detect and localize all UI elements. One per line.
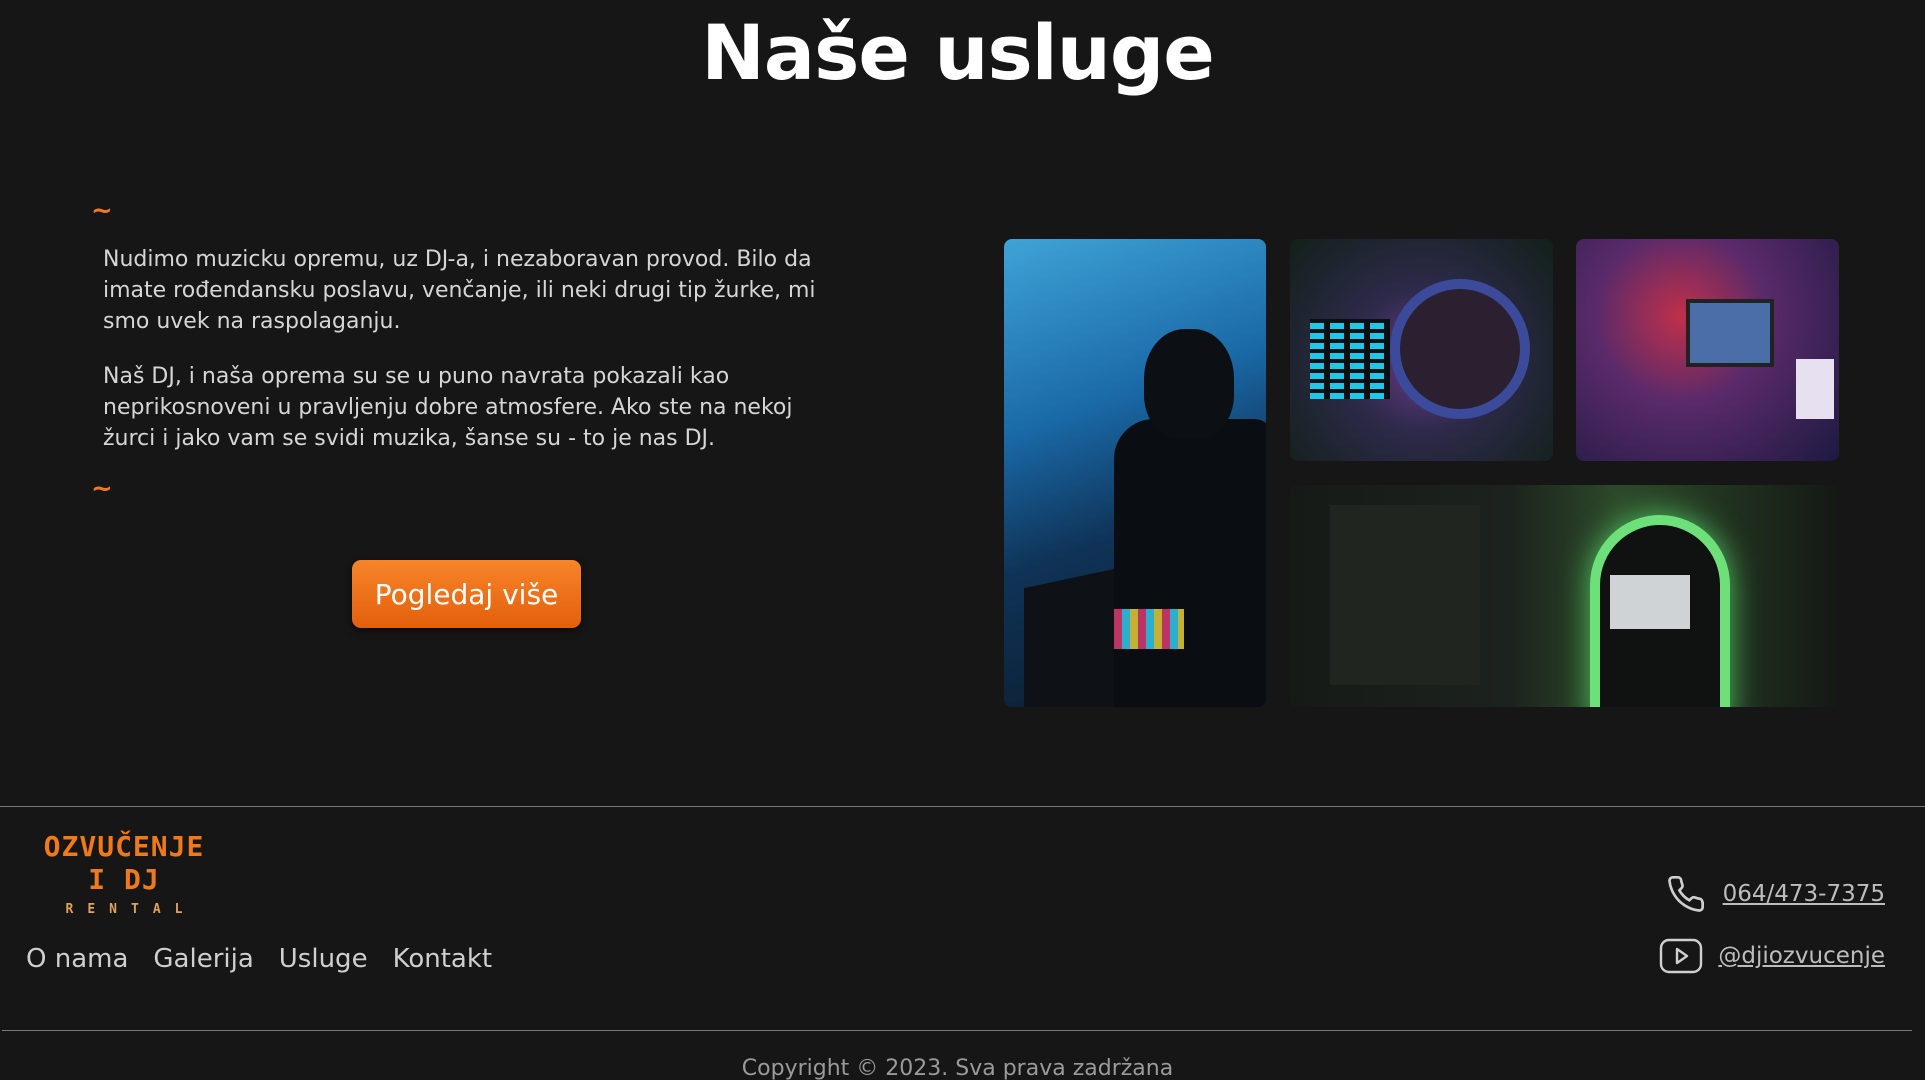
footer-nav-gallery[interactable]: Galerija xyxy=(153,944,253,974)
footer-logo[interactable]: OZVUČENJE I DJ RENTAL xyxy=(28,830,220,917)
gallery-photo-green-arch xyxy=(1290,485,1839,707)
logo-line-1: OZVUČENJE xyxy=(43,830,205,863)
footer-divider-bottom xyxy=(2,1030,1912,1031)
section-title: Naše usluge xyxy=(701,8,1215,97)
gallery-photo-booth-setup xyxy=(1576,239,1839,461)
footer-nav-contact[interactable]: Kontakt xyxy=(393,944,493,974)
tilde-decoration-bottom: ~ xyxy=(91,474,113,504)
contact-youtube: @djiozvucenje xyxy=(1658,936,1885,976)
tilde-decoration-top: ~ xyxy=(91,196,113,226)
description-paragraph-2: Naš DJ, i naša oprema su se u puno navra… xyxy=(103,364,793,451)
phone-icon xyxy=(1663,874,1709,914)
footer-divider-top xyxy=(0,806,1925,807)
see-more-button[interactable]: Pogledaj više xyxy=(352,560,581,628)
logo-line-3: RENTAL xyxy=(65,902,197,917)
logo-line-2: I DJ xyxy=(88,863,160,896)
contact-phone: 064/473-7375 xyxy=(1663,874,1885,914)
services-description: Nudimo muzicku opremu, uz DJ-a, i nezabo… xyxy=(103,244,843,478)
gallery-photo-dj-performing xyxy=(1004,239,1266,707)
footer-nav: O nama Galerija Usluge Kontakt xyxy=(26,944,492,974)
footer-nav-about[interactable]: O nama xyxy=(26,944,128,974)
youtube-icon xyxy=(1658,936,1704,976)
copyright-text: Copyright © 2023. Sva prava zadržana xyxy=(741,1056,1174,1080)
footer-nav-services[interactable]: Usluge xyxy=(279,944,368,974)
phone-link[interactable]: 064/473-7375 xyxy=(1723,881,1885,907)
youtube-link[interactable]: @djiozvucenje xyxy=(1718,943,1885,969)
page: Naše usluge ~ Nudimo muzicku opremu, uz … xyxy=(0,0,1925,1080)
gallery-photo-controller xyxy=(1290,239,1553,461)
description-paragraph-1: Nudimo muzicku opremu, uz DJ-a, i nezabo… xyxy=(103,247,816,334)
